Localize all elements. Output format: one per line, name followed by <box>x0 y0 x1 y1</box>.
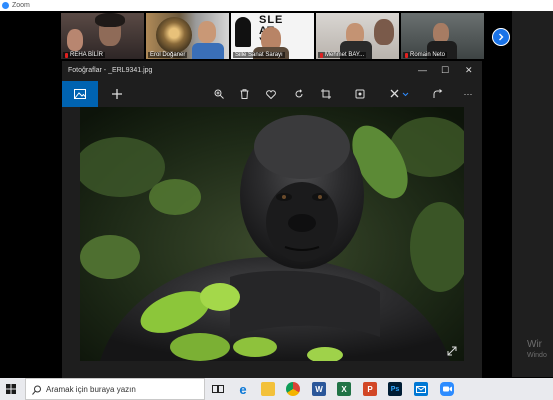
muted-mic-icon <box>320 52 323 58</box>
powerpoint-icon[interactable]: P <box>363 382 377 396</box>
view-all-button[interactable] <box>62 81 98 107</box>
next-page-button[interactable] <box>492 28 510 46</box>
enhance-button[interactable] <box>353 87 367 101</box>
zoom-title-bar: Zoom <box>0 0 553 11</box>
participant-name: Mehmet BAY... <box>325 52 365 58</box>
participant-hair <box>95 13 125 27</box>
activation-watermark: Wir Windo <box>527 339 547 361</box>
edit-create-button[interactable] <box>389 87 411 101</box>
gorilla-image <box>80 107 464 361</box>
favorite-button[interactable] <box>264 87 278 101</box>
participant-tile-5[interactable]: Romain Neto <box>401 13 484 59</box>
participant-name: Erol Doğaner <box>150 52 186 58</box>
image-icon <box>74 89 86 99</box>
taskbar-search-box[interactable]: Aramak için buraya yazın <box>25 378 205 400</box>
participant-tile-1[interactable]: REHA BİLİR <box>61 13 144 59</box>
mail-icon[interactable] <box>414 382 428 396</box>
chrome-icon[interactable] <box>286 382 300 396</box>
photos-title-bar: Fotoğraflar - _ERL9341.jpg — ☐ ✕ <box>62 61 482 81</box>
participant-strip: REHA BİLİR Erol Doğaner SLEATY Sille San… <box>61 13 484 59</box>
window-title: Fotoğraflar - _ERL9341.jpg <box>68 67 153 74</box>
search-icon <box>32 385 41 395</box>
word-icon[interactable]: W <box>312 382 326 396</box>
enhance-icon <box>355 89 365 99</box>
participant-shirt <box>192 43 224 59</box>
watermark-line2: Windo <box>527 352 547 359</box>
close-button[interactable]: ✕ <box>465 65 473 76</box>
sille-logo-icon <box>235 17 251 47</box>
edge-icon[interactable]: e <box>236 382 250 397</box>
photos-window: Fotoğraflar - _ERL9341.jpg — ☐ ✕ ··· <box>62 61 482 378</box>
share-icon <box>433 89 443 98</box>
file-explorer-icon[interactable] <box>261 382 275 396</box>
delete-button[interactable] <box>237 87 251 101</box>
zoom-title: Zoom <box>12 2 30 9</box>
participant-name: Romain Neto <box>410 52 446 58</box>
participant-tile-3[interactable]: SLEATY Sille Sanat Sarayı <box>231 13 314 59</box>
zoom-icon[interactable] <box>440 382 454 396</box>
muted-mic-icon <box>65 52 68 58</box>
expand-icon[interactable] <box>447 346 457 356</box>
maximize-button[interactable]: ☐ <box>441 65 449 76</box>
windows-start-icon[interactable] <box>6 384 16 394</box>
zoom-logo-icon <box>2 2 9 9</box>
search-placeholder: Aramak için buraya yazın <box>46 385 136 394</box>
participant-tile-4[interactable]: Mehmet BAY... <box>316 13 399 59</box>
crop-icon <box>321 89 331 99</box>
participant-photo <box>374 19 394 45</box>
trash-icon <box>240 89 248 99</box>
taskbar: Aramak için buraya yazın e W X P Ps <box>0 378 553 400</box>
photoshop-icon[interactable]: Ps <box>388 382 402 396</box>
crop-button[interactable] <box>319 87 333 101</box>
rotate-icon <box>295 89 303 98</box>
participant-photo <box>67 29 83 51</box>
zoom-button[interactable] <box>212 87 226 101</box>
side-panel <box>512 11 553 377</box>
edit-icon <box>390 89 409 98</box>
participant-photo <box>433 23 449 43</box>
heart-icon <box>266 89 276 99</box>
task-view-icon[interactable] <box>211 382 225 396</box>
gorilla-photo <box>80 107 464 361</box>
minimize-button[interactable]: — <box>418 65 427 75</box>
tiger-image <box>156 17 192 53</box>
watermark-line1: Wir <box>527 339 542 350</box>
rotate-button[interactable] <box>292 87 306 101</box>
add-button[interactable] <box>110 87 124 101</box>
plus-icon <box>112 89 122 99</box>
muted-mic-icon <box>405 52 408 58</box>
more-button[interactable]: ··· <box>461 87 475 101</box>
photos-toolbar: ··· <box>62 81 482 107</box>
zoom-in-icon <box>214 89 224 99</box>
participant-name: REHA BİLİR <box>70 52 104 58</box>
participant-photo <box>198 21 216 43</box>
participant-tile-2[interactable]: Erol Doğaner <box>146 13 229 59</box>
excel-icon[interactable]: X <box>337 382 351 396</box>
participant-name: Sille Sanat Sarayı <box>235 52 283 58</box>
chevron-right-icon <box>499 33 504 41</box>
share-button[interactable] <box>431 87 445 101</box>
